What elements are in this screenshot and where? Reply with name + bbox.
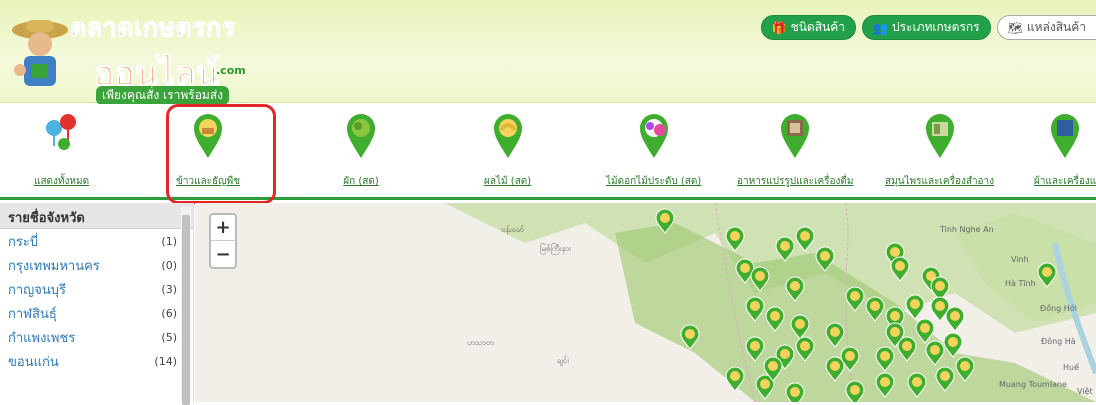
category-label: สมุนไพรและเครื่องสำอาง: [885, 176, 995, 187]
category-fruit[interactable]: ผลไม้ (สด): [484, 112, 531, 189]
province-count: (14): [154, 354, 177, 368]
product-marker[interactable]: [875, 346, 895, 372]
province-item[interactable]: กำแพงเพชร (5): [8, 325, 177, 349]
processed-food-pin-icon: [781, 114, 810, 158]
product-marker[interactable]: [865, 296, 885, 322]
product-marker[interactable]: [915, 318, 935, 344]
province-item[interactable]: กรุงเทพมหานคร (0): [8, 253, 177, 277]
product-marker[interactable]: [745, 336, 765, 362]
province-item[interactable]: กาฬสินธุ์ (6): [8, 301, 177, 325]
sidebar-scrollbar[interactable]: [181, 207, 191, 405]
logo-slogan: เพียงคุณสั่ง เราพร้อมส่ง: [96, 86, 230, 105]
category-textile[interactable]: ผ้าและเครื่องแ: [1034, 112, 1096, 189]
product-marker[interactable]: [1037, 262, 1057, 288]
product-marker[interactable]: [907, 372, 927, 398]
category-label: ไม้ดอกไม้ประดับ (สด): [606, 176, 702, 187]
source-label: แหล่งสินค้า: [1026, 20, 1086, 34]
province-count: (3): [161, 282, 177, 296]
province-list: กระบี่ (1) กรุงเทพมหานคร (0) กาญจนบุรี (…: [0, 229, 193, 373]
province-sidebar: รายชื่อจังหวัด กระบี่ (1) กรุงเทพมหานคร …: [0, 203, 194, 405]
logo-domain: .com: [216, 64, 246, 77]
category-bar: แสดงทั้งหมด ข้าวและธัญพืช ผัก (สด) ผลไม้…: [0, 104, 1096, 200]
fruit-pin-icon: [493, 114, 522, 158]
product-marker[interactable]: [725, 226, 745, 252]
product-marker[interactable]: [725, 366, 745, 392]
category-vegetable[interactable]: ผัก (สด): [343, 112, 379, 189]
map-markers: [655, 208, 1057, 402]
product-marker[interactable]: [943, 332, 963, 358]
product-marker[interactable]: [875, 372, 895, 398]
product-marker[interactable]: [825, 356, 845, 382]
province-name: กาญจนบุรี: [8, 282, 66, 298]
product-marker[interactable]: [935, 366, 955, 392]
product-marker[interactable]: [655, 208, 675, 234]
scrollbar-thumb[interactable]: [182, 215, 190, 405]
product-marker[interactable]: [815, 246, 835, 272]
sidebar-title: รายชื่อจังหวัด: [0, 203, 193, 229]
top-nav: 🎁 ชนิดสินค้า 👥 ประเภทเกษตรกร 🗺 แหล่งสินค…: [760, 15, 1096, 40]
province-name: กระบี่: [8, 234, 39, 250]
province-item[interactable]: กระบี่ (1): [8, 229, 177, 253]
product-marker[interactable]: [790, 314, 810, 340]
province-item[interactable]: กาญจนบุรี (3): [8, 277, 177, 301]
product-marker[interactable]: [735, 258, 755, 284]
source-button[interactable]: 🗺 แหล่งสินค้า: [996, 15, 1096, 40]
product-marker[interactable]: [890, 256, 910, 282]
product-marker[interactable]: [845, 380, 865, 402]
province-count: (6): [161, 306, 177, 320]
vegetable-pin-icon: [347, 114, 375, 158]
product-marker[interactable]: [785, 382, 805, 402]
province-item[interactable]: ขอนแก่น (14): [8, 349, 177, 373]
category-show-all[interactable]: แสดงทั้งหมด: [34, 112, 89, 189]
province-count: (0): [161, 258, 177, 272]
product-type-label: ชนิดสินค้า: [790, 20, 845, 34]
product-marker[interactable]: [745, 296, 765, 322]
flower-pin-icon: [639, 114, 668, 158]
site-logo[interactable]: ตลาดเกษตรกร ออนไลน์ .com เพียงคุณสั่ง เร…: [10, 2, 280, 105]
product-marker[interactable]: [680, 324, 700, 350]
province-name: กาฬสินธุ์: [8, 306, 57, 322]
herbs-pin-icon: [925, 114, 954, 158]
category-label: แสดงทั้งหมด: [34, 176, 90, 187]
textile-pin-icon: [1051, 114, 1080, 158]
category-flower[interactable]: ไม้ดอกไม้ประดับ (สด): [606, 112, 701, 189]
category-label: ผ้าและเครื่องแ: [1034, 176, 1096, 187]
product-type-button[interactable]: 🎁 ชนิดสินค้า: [760, 15, 856, 40]
province-count: (5): [161, 330, 177, 344]
site-header: ตลาดเกษตรกร ออนไลน์ .com เพียงคุณสั่ง เร…: [0, 0, 1096, 105]
logo-title: ตลาดเกษตรกร: [70, 13, 236, 43]
product-marker[interactable]: [765, 306, 785, 332]
product-marker[interactable]: [945, 306, 965, 332]
product-marker[interactable]: [795, 226, 815, 252]
product-marker[interactable]: [750, 266, 770, 292]
product-marker[interactable]: [905, 294, 925, 320]
product-marker[interactable]: [825, 322, 845, 348]
product-marker[interactable]: [775, 236, 795, 262]
map-icon: 🗺: [1007, 20, 1023, 35]
province-name: กำแพงเพชร: [8, 330, 76, 346]
gift-icon: 🎁: [771, 20, 787, 35]
product-marker[interactable]: [845, 286, 865, 312]
province-name: กรุงเทพมหานคร: [8, 258, 100, 274]
product-marker[interactable]: [785, 276, 805, 302]
category-label: ผลไม้ (สด): [484, 176, 532, 187]
multi-pin-icon: [45, 114, 76, 150]
selected-category-highlight: [166, 104, 276, 204]
users-icon: 👥: [873, 20, 888, 35]
category-herbs-cosmetics[interactable]: สมุนไพรและเครื่องสำอาง: [885, 112, 994, 189]
farmer-mascot-icon: [12, 20, 68, 86]
category-label: ผัก (สด): [343, 176, 379, 187]
product-marker[interactable]: [795, 336, 815, 362]
product-marker[interactable]: [897, 336, 917, 362]
farmer-type-button[interactable]: 👥 ประเภทเกษตรกร: [862, 15, 991, 40]
category-processed-food[interactable]: อาหารแปรรูปและเครื่องดื่ม: [737, 112, 853, 189]
province-name: ขอนแก่น: [8, 354, 59, 370]
product-marker[interactable]: [925, 340, 945, 366]
farmer-type-label: ประเภทเกษตรกร: [891, 20, 980, 34]
category-label: อาหารแปรรูปและเครื่องดื่ม: [737, 176, 854, 187]
product-marker[interactable]: [955, 356, 975, 382]
map-view[interactable]: + − ဗန်းမော် မြစ်ကြီးနား Tinh Nghe An Vi…: [195, 203, 1096, 402]
province-count: (1): [161, 234, 177, 248]
